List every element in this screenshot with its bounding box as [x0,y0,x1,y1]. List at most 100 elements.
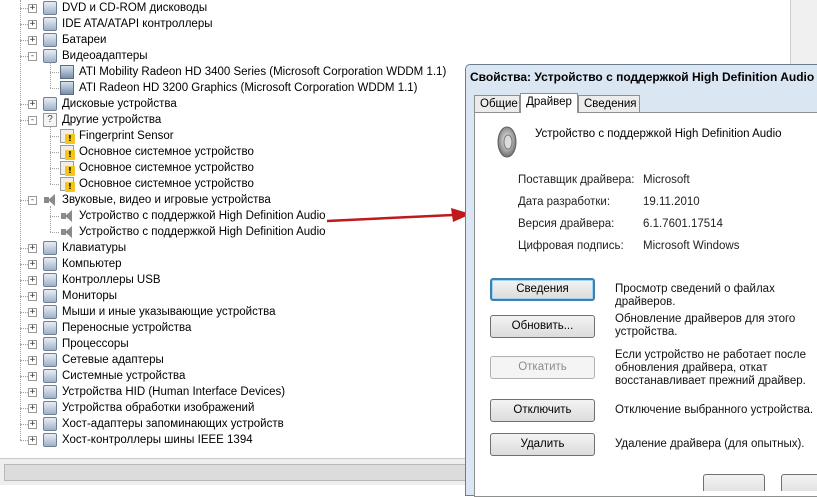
tree-row-label: Видеоадаптеры [62,50,148,62]
expand-icon[interactable]: + [28,403,37,413]
dvd-drive-icon [43,1,57,15]
speaker-icon [497,126,517,158]
tab-general[interactable]: Общие [474,95,520,112]
uninstall-driver-button[interactable]: Удалить [490,433,595,456]
tree-device-row[interactable]: Fingerprint Sensor [60,128,174,144]
tree-category-row[interactable]: + Хост-контроллеры шины IEEE 1394 [28,432,253,448]
tree-category-row[interactable]: + Системные устройства [28,368,185,384]
tree-row-label: Сетевые адаптеры [62,354,164,366]
tree-row-label: Основное системное устройство [79,162,254,174]
tree-row-label: Хост-контроллеры шины IEEE 1394 [62,434,253,446]
tree-row-label: Компьютер [62,258,122,270]
expand-icon[interactable]: + [28,259,37,269]
tree-category-row[interactable]: + Компьютер [28,256,122,272]
tree-row-label: Хост-адаптеры запоминающих устройств [62,418,284,430]
tree-category-row[interactable]: + Устройства HID (Human Interface Devices… [28,384,285,400]
tree-connector [50,62,51,88]
tree-category-row[interactable]: - Звуковые, видео и игровые устройства [28,192,271,208]
tab-details[interactable]: Сведения [578,95,640,112]
camera-icon [43,401,57,415]
usb-icon [43,273,57,287]
tree-connector [20,280,28,281]
disable-device-button[interactable]: Отключить [490,399,595,422]
expand-icon[interactable]: + [28,419,37,429]
tree-row-label: Основное системное устройство [79,146,254,158]
tree-connector [20,312,28,313]
warning-device-icon [60,145,75,160]
tree-connector [50,216,59,217]
expand-icon[interactable]: + [28,387,37,397]
tree-device-row[interactable]: ATI Mobility Radeon HD 3400 Series (Micr… [60,64,446,80]
tree-category-row[interactable]: + Клавиатуры [28,240,126,256]
tree-category-row[interactable]: - Видеоадаптеры [28,48,148,64]
tree-connector [50,136,59,137]
tree-row-label: Дисковые устройства [62,98,177,110]
tree-category-row[interactable]: + Дисковые устройства [28,96,177,112]
display-adapter-icon [60,65,74,79]
tree-connector [20,392,28,393]
tree-row-label: Переносные устройства [62,322,192,334]
update-driver-button[interactable]: Обновить... [490,315,595,338]
expand-icon[interactable]: + [28,35,37,45]
tree-row-label: Устройство с поддержкой High Definition … [79,226,326,238]
dialog-title: Свойства: Устройство с поддержкой High D… [470,70,815,84]
tree-connector [20,424,28,425]
tree-connector [50,206,51,232]
tree-category-row[interactable]: + Батареи [28,32,106,48]
tree-connector [20,296,28,297]
ok-button-partial[interactable] [703,474,765,491]
tree-category-row[interactable]: + Переносные устройства [28,320,191,336]
horizontal-scroll-thumb[interactable] [4,464,466,481]
tree-row-label: Батареи [62,34,107,46]
tree-category-row[interactable]: + DVD и CD-ROM дисководы [28,0,207,16]
tree-category-row[interactable]: + Мыши и иные указывающие устройства [28,304,276,320]
collapse-icon[interactable]: - [28,51,37,61]
tree-device-row[interactable]: Устройство с поддержкой High Definition … [60,208,326,224]
expand-icon[interactable]: + [28,307,37,317]
tree-device-row[interactable]: Основное системное устройство [60,176,254,192]
tab-driver[interactable]: Драйвер [520,93,578,113]
provider-value: Microsoft [643,174,690,186]
expand-icon[interactable]: + [28,435,37,445]
expand-icon[interactable]: + [28,99,37,109]
keyboard-icon [43,241,57,255]
expand-icon[interactable]: + [28,291,37,301]
tree-row-label: Клавиатуры [62,242,127,254]
tree-category-row[interactable]: -? Другие устройства [28,112,161,128]
expand-icon[interactable]: + [28,243,37,253]
expand-icon[interactable]: + [28,3,37,13]
horizontal-scrollbar[interactable] [0,458,470,485]
version-value: 6.1.7601.17514 [643,218,723,230]
collapse-icon[interactable]: - [28,195,37,205]
expand-icon[interactable]: + [28,19,37,29]
driver-details-button[interactable]: Сведения [490,278,595,301]
tree-device-row[interactable]: Устройство с поддержкой High Definition … [60,224,326,240]
expand-icon[interactable]: + [28,339,37,349]
tree-category-row[interactable]: + Устройства обработки изображений [28,400,254,416]
expand-icon[interactable]: + [28,323,37,333]
tree-category-row[interactable]: + Сетевые адаптеры [28,352,164,368]
tree-category-row[interactable]: + Процессоры [28,336,129,352]
tree-connector [20,120,28,121]
mouse-icon [43,305,57,319]
tree-category-row[interactable]: + IDE ATA/ATAPI контроллеры [28,16,213,32]
tree-category-row[interactable]: + Мониторы [28,288,117,304]
expand-icon[interactable]: + [28,355,37,365]
tree-device-row[interactable]: ATI Radeon HD 3200 Graphics (Microsoft C… [60,80,418,96]
storage-adapter-icon [43,417,57,431]
tree-device-row[interactable]: Основное системное устройство [60,160,254,176]
rollback-driver-description: Если устройство не работает после обновл… [615,349,807,387]
tree-category-row[interactable]: + Хост-адаптеры запоминающих устройств [28,416,284,432]
rollback-driver-button[interactable]: Откатить [490,356,595,379]
tree-device-row[interactable]: Основное системное устройство [60,144,254,160]
expand-icon[interactable]: + [28,275,37,285]
tree-row-label: Другие устройства [62,114,162,126]
collapse-icon[interactable]: - [28,115,37,125]
expand-icon[interactable]: + [28,371,37,381]
cancel-button-partial[interactable] [781,474,817,491]
tree-connector [50,184,59,185]
tree-connector [20,376,28,377]
tree-category-row[interactable]: + Контроллеры USB [28,272,161,288]
warning-device-icon [60,177,75,192]
tree-row-label: ATI Mobility Radeon HD 3400 Series (Micr… [79,66,447,78]
